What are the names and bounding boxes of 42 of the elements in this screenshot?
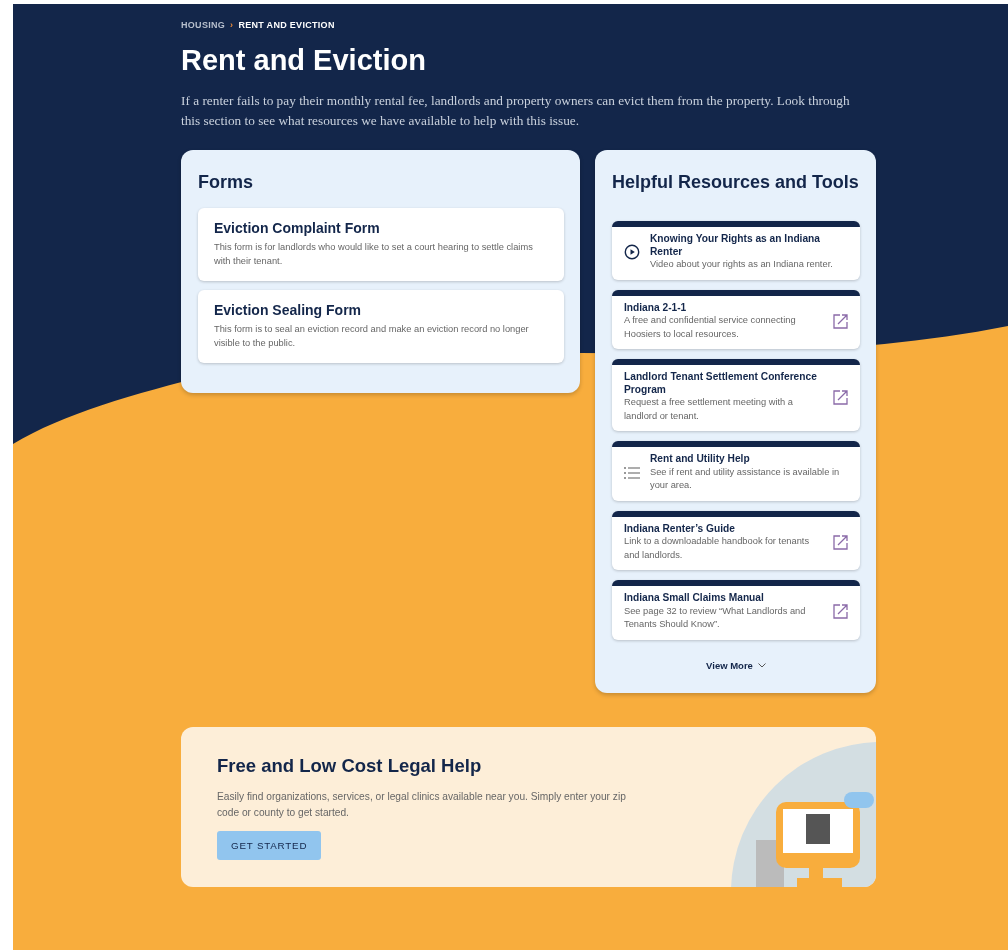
resource-title: Knowing Your Rights as an Indiana Renter [650,233,821,258]
breadcrumb-separator: › [230,20,234,30]
external-link-icon [833,604,848,620]
section-title: Helpful Resources and Tools [612,172,860,193]
form-title: Eviction Complaint Form [214,220,381,236]
resource-description: Link to a downloadable handbook for tenants and landlords. [624,535,811,562]
resource-card[interactable]: Indiana Renter’s Guide Link to a downloadable handbook for tenants and landlords. [612,510,860,570]
get-started-button[interactable]: GET STARTED [217,830,322,860]
resource-description: See if rent and utility assistance is available in your area. [650,465,841,492]
form-card[interactable]: Eviction Sealing Form This form is to seal an eviction record and make an eviction record no longer visible to the public. [198,290,564,363]
form-card[interactable]: Eviction Complaint Form This form is for landlords who would like to set a court hearing to settle claims with their tenant. [198,208,564,281]
resource-card[interactable]: Landlord Tenant Settlement Conference Program Request a free settlement meeting with a landlord or tenant. [612,359,860,431]
resource-card[interactable]: Indiana 2-1-1 A free and confidential service connecting Hoosiers to local resources. [612,289,860,349]
section-title: Forms [198,172,254,193]
resource-title: Rent and Utility Help [650,453,751,466]
banner-title: Free and Low Cost Legal Help [217,754,482,777]
current-page-label: RENT AND EVICTION [238,20,335,30]
resource-description: A free and confidential service connecting Hoosiers to local resources. [624,314,797,341]
external-link-icon [833,389,848,405]
resource-title: Indiana Small Claims Manual [624,592,765,605]
resource-title: Indiana 2-1-1 [624,301,688,314]
resource-description: See page 32 to review “What Landlords and Tenants Should Know”. [624,604,807,631]
form-description: This form is for landlords who would like to set a court hearing to settle claims with their tenant. [214,241,534,268]
form-title: Eviction Sealing Form [214,302,363,318]
banner-description: Easily find organizations, services, or legal clinics available near you. Simply enter your zip code or county to get started. [217,789,627,820]
page-title: Rent and Eviction [181,44,426,77]
resource-title: Landlord Tenant Settlement Conference Program [624,371,817,396]
resource-description: Request a free settlement meeting with a landlord or tenant. [624,396,794,423]
resource-card[interactable]: Rent and Utility Help See if rent and utility assistance is available in your area. [612,441,860,501]
form-description: This form is to seal an eviction record and make an eviction record no longer visible to the public. [214,323,530,350]
external-link-icon [833,313,848,329]
resource-card[interactable]: Indiana Small Claims Manual See page 32 to review “What Landlords and Tenants Should Know”. [612,580,860,640]
intro-text: If a renter fails to pay their monthly rental fee, landlords and property owners can evict them from the property. Look through this section to see what resources we have available to help with this issue. [181,92,851,130]
play-icon [624,244,640,261]
list-icon [624,466,640,479]
chevron-down-icon [757,662,766,668]
external-link-icon [833,534,848,550]
resource-title: Indiana Renter’s Guide [624,522,736,535]
resource-description: Video about your rights as an Indiana renter. [650,258,834,271]
resource-card[interactable]: Knowing Your Rights as an Indiana Renter Video about your rights as an Indiana renter. [612,221,860,280]
view-more-link[interactable]: View More [706,659,766,671]
breadcrumb-link[interactable]: HOUSING [181,20,226,30]
